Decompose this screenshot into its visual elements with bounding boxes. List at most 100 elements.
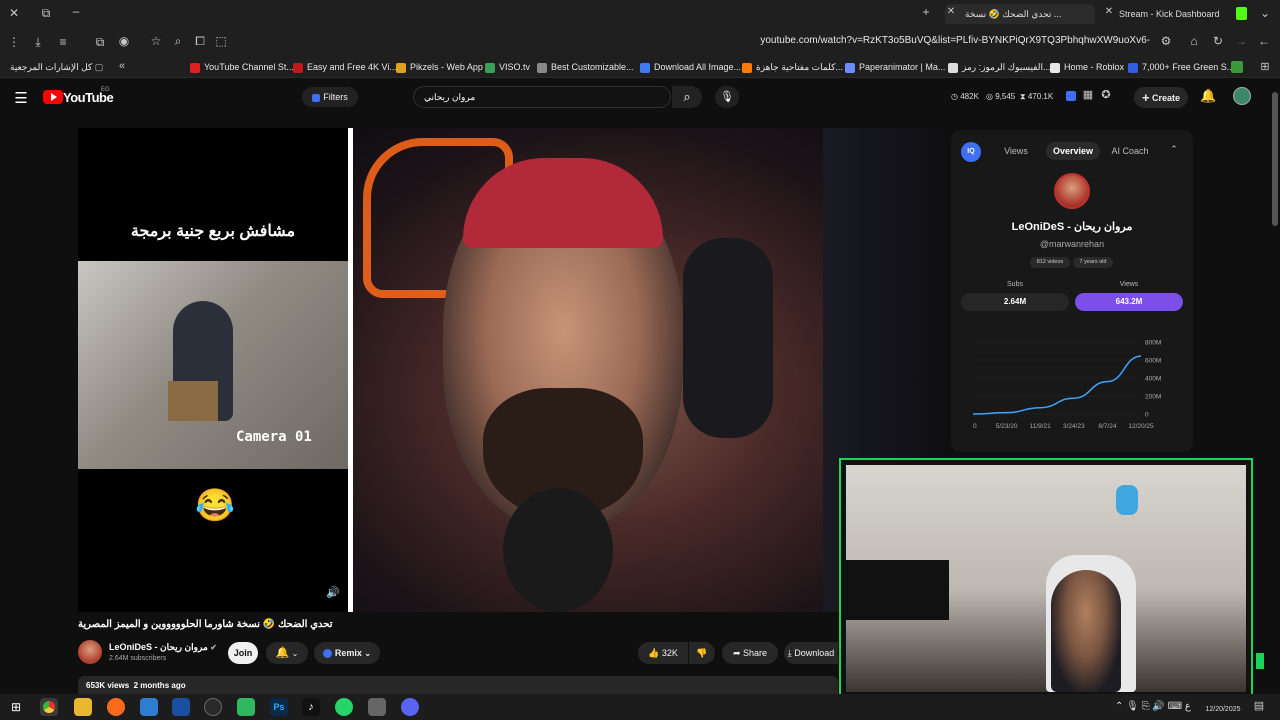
- tab-views[interactable]: Views: [989, 142, 1043, 160]
- camera-label: Camera 01: [236, 429, 312, 445]
- tab-youtube-video[interactable]: تحدي الضحك 🤣 نسخة ...: [945, 4, 1095, 24]
- video-title: تحدي الضحك 🤣 نسخة شاورما الحلوووووين و ا…: [78, 619, 333, 630]
- video-player[interactable]: مشافش بربع جنية برمجة Camera 01 😂 🔊: [78, 128, 938, 612]
- shield-icon[interactable]: ◉: [116, 34, 132, 48]
- app-taskbar-icon[interactable]: [172, 698, 190, 716]
- join-button[interactable]: Join: [228, 642, 258, 664]
- tiktok-icon[interactable]: ♪: [302, 698, 320, 716]
- remix-button[interactable]: Remix ⌄: [314, 642, 380, 664]
- tab-overview[interactable]: Overview: [1046, 142, 1100, 160]
- more-vertical-icon[interactable]: ⋮: [8, 35, 20, 49]
- search-input[interactable]: مروان ريحاني: [413, 86, 671, 108]
- tab-kick-dashboard[interactable]: Stream - Kick Dashboard: [1105, 4, 1225, 24]
- badge-icon[interactable]: ✪: [1099, 88, 1113, 101]
- search-button[interactable]: ⌕: [672, 86, 702, 108]
- whatsapp-icon[interactable]: [335, 698, 353, 716]
- app2-taskbar-icon[interactable]: [368, 698, 386, 716]
- close-tab-icon[interactable]: ✕: [1104, 6, 1114, 17]
- photoshop-icon[interactable]: Ps: [270, 698, 288, 716]
- x-tick-label: 5/23/20: [996, 423, 1018, 430]
- y-tick-label: 200M: [1145, 394, 1161, 401]
- green-app-icon[interactable]: [237, 698, 255, 716]
- dislike-button[interactable]: 👎: [689, 642, 715, 664]
- bookmark-item[interactable]: Paperanimator | Ma...: [845, 56, 945, 78]
- vidiq-panel: IQ Views Overview AI Coach ⌃ LeOniDeS - …: [951, 130, 1193, 452]
- url-field[interactable]: youtube.com/watch?v=RzKT3o5BuVQ&list=PLf…: [700, 35, 1150, 51]
- notification-center-icon[interactable]: ▤: [1252, 699, 1266, 712]
- chevron-down-icon: ⌄: [289, 649, 299, 658]
- tray-icons[interactable]: ⌃ 🎙 ⎘ 🔊 ⌨ ع: [1115, 701, 1191, 712]
- bookmark-item[interactable]: كلمات مفتاحية جاهزة...: [742, 56, 843, 78]
- tab-search-icon[interactable]: ⧉: [38, 6, 54, 21]
- avatar[interactable]: [1233, 87, 1251, 105]
- kick-icon[interactable]: [1236, 7, 1247, 20]
- clock-date[interactable]: 12/20/2025: [1198, 706, 1248, 713]
- x-tick-label: 8/7/24: [1098, 423, 1116, 430]
- bookmark-all[interactable]: كل الإشارات المرجعية ▢: [10, 56, 103, 78]
- forward-icon[interactable]: →: [1233, 34, 1249, 48]
- tab-label: Stream - Kick Dashboard: [1119, 9, 1220, 19]
- subscribe-bell-button[interactable]: 🔔 ⌄: [266, 642, 308, 664]
- bookmark-item[interactable]: 7,000+ Free Green S...: [1128, 56, 1234, 78]
- minimize-icon[interactable]: –: [68, 4, 84, 18]
- bookmark-item[interactable]: Pikzels - Web App: [396, 56, 483, 78]
- youtube-logo-icon[interactable]: [43, 90, 63, 104]
- share-button[interactable]: ➦ Share: [722, 642, 778, 664]
- filters-button[interactable]: Filters: [302, 87, 358, 107]
- channel-avatar: [1054, 173, 1090, 209]
- bookmark-green-icon[interactable]: [1231, 61, 1243, 73]
- screenshot-icon[interactable]: ⬚: [213, 34, 229, 48]
- extensions-icon[interactable]: ⧉: [92, 35, 108, 50]
- volume-icon[interactable]: 🔊: [326, 586, 340, 599]
- discord-icon[interactable]: [401, 698, 419, 716]
- subs-value[interactable]: 2.64M: [961, 293, 1069, 311]
- obs-icon[interactable]: [204, 698, 222, 716]
- share-icon: ➦: [732, 648, 741, 658]
- vidiq-icon[interactable]: [1066, 91, 1076, 101]
- tune-icon[interactable]: ⚙: [1158, 34, 1174, 48]
- remix-icon: [322, 649, 332, 659]
- channel-avatar[interactable]: [78, 640, 102, 664]
- close-window-icon[interactable]: ✕: [6, 6, 22, 20]
- file-explorer-icon[interactable]: [74, 698, 92, 716]
- apps-grid-icon[interactable]: ⊞: [1258, 60, 1272, 73]
- create-button[interactable]: + Create: [1134, 87, 1188, 108]
- bookmark-item[interactable]: Download All Image...: [640, 56, 741, 78]
- close-tab-icon[interactable]: ✕: [945, 6, 957, 17]
- firefox-icon[interactable]: [107, 698, 125, 716]
- notifications-bell-icon[interactable]: 🔔: [1200, 88, 1216, 104]
- new-tab-icon[interactable]: +: [918, 5, 934, 19]
- back-icon[interactable]: ←: [1256, 34, 1272, 48]
- vidiq-logo-icon[interactable]: IQ: [961, 142, 981, 162]
- bookmark-item[interactable]: Home - Roblox: [1050, 56, 1124, 78]
- description-box[interactable]: 653K views 2 months ago: [78, 676, 838, 694]
- home-icon[interactable]: ⌂: [1186, 34, 1202, 48]
- headphones-shape: [683, 238, 773, 438]
- menu-chevron-icon[interactable]: ⌄: [1258, 6, 1272, 20]
- channel-name[interactable]: LeOniDeS - مروان ريحان ✔: [109, 642, 217, 653]
- like-button[interactable]: 👍 32K: [638, 642, 688, 664]
- vscode-icon[interactable]: [140, 698, 158, 716]
- hamburger-menu-icon[interactable]: ☰: [12, 89, 30, 107]
- voice-search-button[interactable]: 🎙: [715, 86, 739, 108]
- views-value[interactable]: 643.2M: [1075, 293, 1183, 311]
- bookmark-item[interactable]: Easy and Free 4K Vi...: [293, 56, 397, 78]
- download-button[interactable]: ⤓ Download: [784, 642, 838, 664]
- bookmark-item[interactable]: الفيسبوك الرموز: رمز...: [948, 56, 1051, 78]
- grid-icon[interactable]: ▦: [1081, 88, 1095, 101]
- star-icon[interactable]: ☆: [148, 34, 164, 48]
- translate-icon[interactable]: ≡: [55, 35, 71, 49]
- zoom-icon[interactable]: ⌕: [170, 34, 186, 49]
- share-page-icon[interactable]: ⧠: [192, 34, 208, 49]
- tab-ai-coach[interactable]: AI Coach: [1103, 142, 1157, 160]
- windows-start-icon[interactable]: ⊞: [9, 700, 23, 714]
- chevron-left-icon[interactable]: «: [116, 60, 128, 72]
- bookmark-item[interactable]: YouTube Channel St...: [190, 56, 294, 78]
- bookmark-item[interactable]: Best Customizable...: [537, 56, 634, 78]
- collapse-icon[interactable]: ⌃: [1167, 144, 1181, 155]
- download-icon[interactable]: ⤓: [30, 35, 46, 50]
- page-scrollbar[interactable]: [1272, 92, 1278, 226]
- reload-icon[interactable]: ↻: [1210, 34, 1226, 48]
- chrome-taskbar-icon[interactable]: [40, 698, 58, 716]
- bookmark-item[interactable]: VISO.tv: [485, 56, 530, 78]
